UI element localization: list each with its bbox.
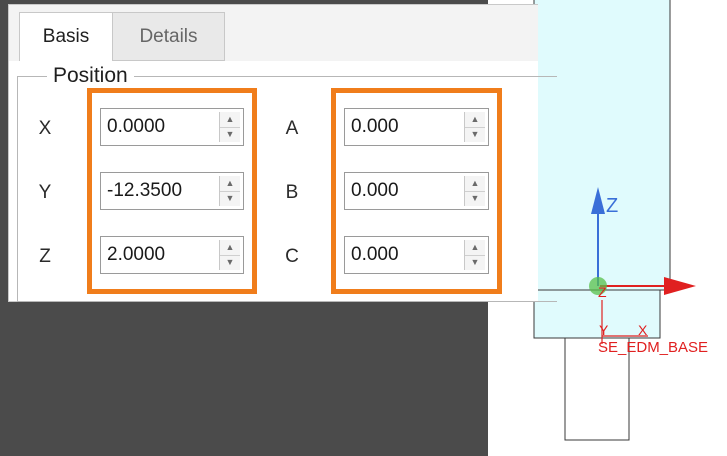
axis-label-z: Z <box>39 246 51 267</box>
caret-down-icon[interactable]: ▼ <box>465 255 485 270</box>
a-spinner-buttons: ▲ ▼ <box>464 112 485 142</box>
c-value-spinner[interactable]: 0.000 ▲ ▼ <box>344 236 489 274</box>
caret-up-icon[interactable]: ▲ <box>220 112 240 128</box>
axis-label-b: B <box>285 182 299 203</box>
y-spinner-buttons: ▲ ▼ <box>219 176 240 206</box>
y-value-field[interactable]: -12.3500 <box>101 173 219 209</box>
caret-down-icon[interactable]: ▼ <box>220 255 240 270</box>
z-value-field[interactable]: 2.0000 <box>101 237 219 273</box>
caret-up-icon[interactable]: ▲ <box>220 176 240 192</box>
axis-label-a: A <box>285 118 299 139</box>
b-value-field[interactable]: 0.000 <box>345 173 464 209</box>
caret-up-icon[interactable]: ▲ <box>465 240 485 256</box>
c-spinner-buttons: ▲ ▼ <box>464 240 485 270</box>
c-value-field[interactable]: 0.000 <box>345 237 464 273</box>
csys-y-label: Y <box>599 322 609 338</box>
a-value-spinner[interactable]: 0.000 ▲ ▼ <box>344 108 489 146</box>
caret-up-icon[interactable]: ▲ <box>465 112 485 128</box>
csys-x-label: X <box>638 322 648 338</box>
x-axis-arrowhead <box>664 277 696 295</box>
x-spinner-buttons: ▲ ▼ <box>219 112 240 142</box>
tab-bar: Basis Details <box>9 5 538 62</box>
x-value-spinner[interactable]: 0.0000 ▲ ▼ <box>100 108 244 146</box>
tab-basis[interactable]: Basis <box>19 12 113 62</box>
caret-up-icon[interactable]: ▲ <box>220 240 240 256</box>
y-value-spinner[interactable]: -12.3500 ▲ ▼ <box>100 172 244 210</box>
caret-down-icon[interactable]: ▼ <box>465 127 485 142</box>
position-group-title: Position <box>47 64 134 88</box>
b-spinner-buttons: ▲ ▼ <box>464 176 485 206</box>
a-value-field[interactable]: 0.000 <box>345 109 464 145</box>
z-value-spinner[interactable]: 2.0000 ▲ ▼ <box>100 236 244 274</box>
x-value-field[interactable]: 0.0000 <box>101 109 219 145</box>
axis-label-x: X <box>38 118 52 139</box>
z-axis-label: Z <box>606 195 618 217</box>
tab-content: Position X Y Z A B C 0.0000 ▲ ▼ -12.3500… <box>9 61 557 302</box>
axis-label-y: Y <box>38 182 52 203</box>
b-value-spinner[interactable]: 0.000 ▲ ▼ <box>344 172 489 210</box>
csys-name-label: SE_EDM_BASE <box>598 339 708 356</box>
caret-down-icon[interactable]: ▼ <box>220 127 240 142</box>
tab-details[interactable]: Details <box>113 12 225 61</box>
caret-up-icon[interactable]: ▲ <box>465 176 485 192</box>
axis-label-c: C <box>285 246 299 267</box>
csys-dialog-panel: Basis Details Position X Y Z A B C 0.000… <box>8 4 557 302</box>
z-spinner-buttons: ▲ ▼ <box>219 240 240 270</box>
caret-down-icon[interactable]: ▼ <box>220 191 240 206</box>
caret-down-icon[interactable]: ▼ <box>465 191 485 206</box>
origin-z-label: Z <box>598 284 607 300</box>
